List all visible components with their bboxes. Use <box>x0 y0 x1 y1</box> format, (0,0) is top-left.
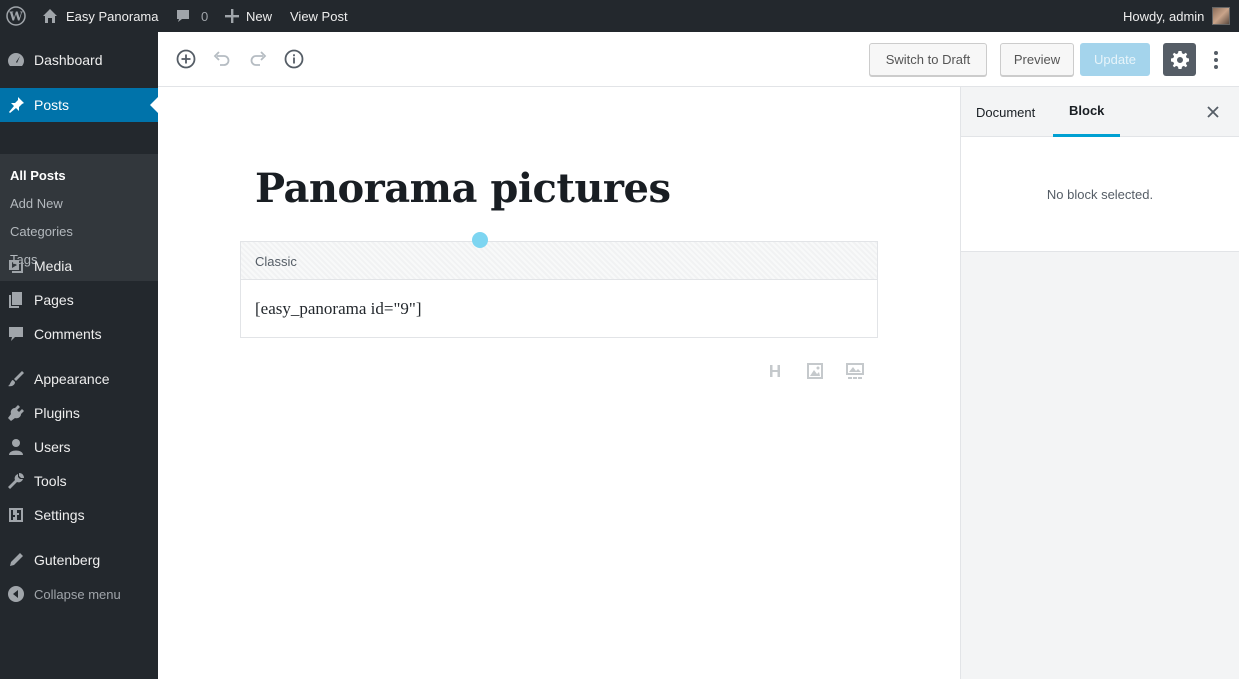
submenu-categories[interactable]: Categories <box>10 224 73 239</box>
sidebar-item-tools[interactable]: Tools <box>0 464 158 498</box>
comments-count: 0 <box>201 8 209 24</box>
edit-icon <box>7 551 25 569</box>
image-inserter-icon[interactable] <box>805 361 825 381</box>
sidebar-item-gutenberg[interactable]: Gutenberg <box>0 543 158 577</box>
sidebar-item-pages[interactable]: Pages <box>0 283 158 317</box>
collapse-label: Collapse menu <box>34 586 121 602</box>
sidebar-item-plugins[interactable]: Plugins <box>0 396 158 430</box>
info-icon[interactable] <box>283 48 305 70</box>
avatar <box>1212 7 1231 25</box>
sidebar-item-label: Tools <box>34 473 67 489</box>
editor-header: Switch to Draft Preview Update <box>158 32 1239 87</box>
sidebar-item-label: Comments <box>34 326 102 342</box>
comments-link[interactable]: 0 <box>175 0 208 32</box>
collapse-menu-button[interactable]: Collapse menu <box>0 577 158 611</box>
sidebar-item-appearance[interactable]: Appearance <box>0 362 158 396</box>
gallery-inserter-icon[interactable] <box>845 361 865 381</box>
switch-to-draft-button[interactable]: Switch to Draft <box>869 43 987 76</box>
more-options-icon[interactable] <box>1211 49 1221 71</box>
plugins-icon <box>7 404 25 422</box>
sidebar-item-media[interactable]: Media <box>0 249 158 283</box>
sidebar-item-label: Dashboard <box>34 52 103 68</box>
dashboard-icon <box>7 51 25 69</box>
sidebar-item-comments[interactable]: Comments <box>0 317 158 351</box>
redo-icon[interactable] <box>247 48 269 70</box>
classic-block[interactable]: Classic [easy_panorama id="9"] <box>240 241 878 338</box>
no-block-message: No block selected. <box>1046 187 1154 202</box>
home-icon <box>42 8 58 24</box>
classic-block-toolbar: Classic <box>241 242 877 280</box>
comments-icon <box>7 325 25 343</box>
add-block-icon[interactable] <box>175 48 197 70</box>
settings-icon <box>7 506 25 524</box>
tab-document[interactable]: Document <box>976 87 1035 137</box>
plus-icon <box>225 9 239 23</box>
submenu-add-new[interactable]: Add New <box>10 196 63 211</box>
sidebar-item-label: Gutenberg <box>34 552 101 568</box>
sidebar-item-label: Plugins <box>34 405 80 421</box>
sidebar-item-label: Appearance <box>34 371 110 387</box>
gear-icon <box>1170 50 1189 69</box>
update-button[interactable]: Update <box>1080 43 1150 76</box>
sidebar-item-label: Settings <box>34 507 85 523</box>
sidebar-item-users[interactable]: Users <box>0 430 158 464</box>
view-post-link[interactable]: View Post <box>290 0 348 32</box>
svg-text:W: W <box>8 10 23 24</box>
cursor-indicator <box>472 232 488 248</box>
comment-bubble-icon <box>175 8 191 24</box>
media-icon <box>7 257 25 275</box>
undo-icon[interactable] <box>211 48 233 70</box>
sidebar-item-settings[interactable]: Settings <box>0 498 158 532</box>
sidebar-item-label: Media <box>34 258 73 274</box>
sidebar-item-label: Posts <box>34 97 70 113</box>
settings-sidebar-header: Document Block <box>961 87 1239 137</box>
greeting: Howdy, admin <box>1123 8 1205 24</box>
sidebar-item-label: Users <box>34 439 71 455</box>
wordpress-logo-icon[interactable]: W <box>6 0 26 32</box>
settings-toggle-button[interactable] <box>1163 43 1196 76</box>
new-content-link[interactable]: New <box>225 0 272 32</box>
account-menu[interactable]: Howdy, admin <box>1123 0 1231 32</box>
sidebar-item-dashboard[interactable]: Dashboard <box>0 43 158 77</box>
heading-inserter-icon[interactable] <box>765 361 785 381</box>
site-name: Easy Panorama <box>66 8 159 24</box>
pushpin-icon <box>7 96 25 114</box>
paintbrush-icon <box>7 370 25 388</box>
users-icon <box>7 438 25 456</box>
settings-sidebar: Document Block No block selected. <box>960 87 1239 679</box>
admin-bar: W Easy Panorama 0 New View Post Howdy, a… <box>0 0 1239 32</box>
wrench-icon <box>7 472 25 490</box>
classic-block-label: Classic <box>255 254 297 269</box>
shortcode-text[interactable]: [easy_panorama id="9"] <box>255 299 422 319</box>
site-name-link[interactable]: Easy Panorama <box>42 0 159 32</box>
sidebar-item-posts[interactable]: Posts <box>0 88 158 122</box>
tab-block[interactable]: Block <box>1053 87 1121 137</box>
collapse-arrow-icon <box>7 585 25 603</box>
close-icon[interactable] <box>1205 104 1221 120</box>
admin-sidebar: Dashboard Posts All Posts Add New Catego… <box>0 32 158 679</box>
sidebar-item-label: Pages <box>34 292 74 308</box>
editor-canvas: Panorama pictures Classic [easy_panorama… <box>158 87 960 679</box>
submenu-all-posts[interactable]: All Posts <box>10 168 66 183</box>
new-label: New <box>246 8 273 24</box>
post-title[interactable]: Panorama pictures <box>255 165 671 212</box>
pages-icon <box>7 291 25 309</box>
block-inspector: No block selected. <box>961 137 1239 252</box>
preview-button[interactable]: Preview <box>1000 43 1074 76</box>
